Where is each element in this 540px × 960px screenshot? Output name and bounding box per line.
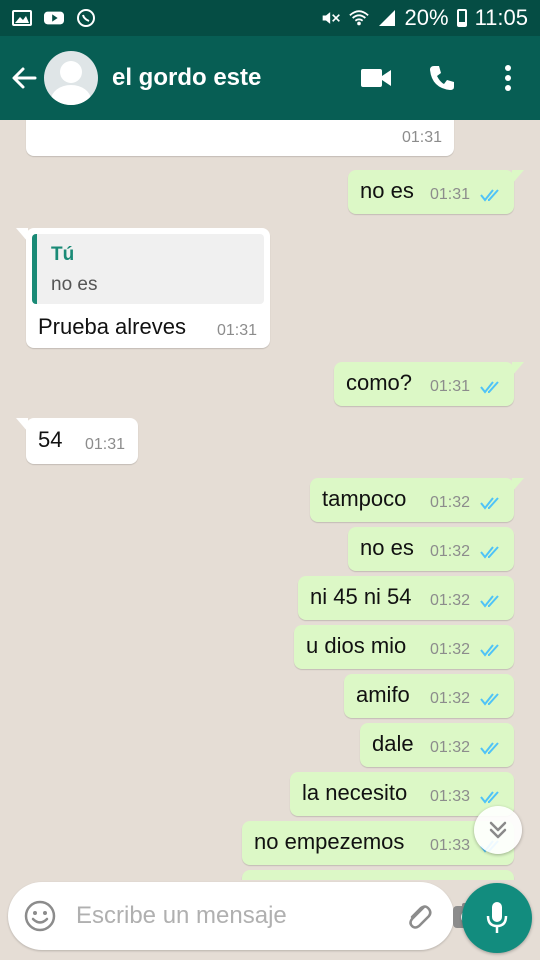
avatar-body-shape	[51, 85, 91, 105]
battery-icon	[456, 9, 467, 27]
message-text: Prueba alreves	[38, 314, 186, 339]
message-text: no es	[360, 535, 414, 560]
chat-header: el gordo este	[0, 36, 540, 120]
status-bar: 20% 11:05	[0, 0, 540, 36]
signal-icon	[377, 10, 397, 26]
read-receipt-icon	[480, 644, 499, 657]
message-text: dale	[372, 731, 414, 756]
message-input[interactable]	[76, 902, 386, 930]
voice-record-button[interactable]	[462, 883, 532, 953]
avatar-head-shape	[60, 61, 82, 83]
whatsapp-icon	[76, 9, 96, 27]
message-time: 01:32	[430, 494, 471, 511]
read-receipt-icon	[480, 742, 499, 755]
more-options-icon[interactable]	[492, 62, 524, 94]
message-outgoing-partial[interactable]	[242, 870, 514, 880]
gallery-icon	[12, 10, 32, 26]
read-receipt-icon	[480, 791, 499, 804]
read-receipt-icon	[480, 693, 499, 706]
message-time: 01:32	[430, 543, 471, 560]
message-time: 01:31	[401, 129, 442, 146]
message-text: como?	[346, 370, 413, 395]
battery-percent: 20%	[404, 5, 449, 30]
youtube-icon	[44, 10, 64, 26]
read-receipt-icon	[480, 546, 499, 559]
message-text: 54	[38, 427, 63, 452]
quoted-message[interactable]: Tú no es	[32, 234, 264, 304]
read-receipt-icon	[480, 497, 499, 510]
message-text: ni 45 ni 54	[310, 584, 412, 609]
video-call-icon[interactable]	[360, 62, 392, 94]
read-receipt-icon	[480, 189, 499, 202]
message-outgoing[interactable]: amifo 01:32	[344, 674, 514, 718]
contact-name[interactable]: el gordo este	[112, 64, 360, 92]
read-receipt-icon	[480, 381, 499, 394]
mute-icon	[321, 10, 341, 26]
message-text: no es	[360, 178, 414, 203]
message-composer	[8, 882, 481, 950]
chevron-double-down-icon	[489, 821, 507, 839]
message-outgoing[interactable]: no es 01:32	[348, 527, 514, 571]
message-time: 01:31	[430, 186, 471, 203]
microphone-icon	[486, 902, 508, 933]
message-time: 01:32	[430, 690, 471, 707]
message-time: 01:32	[430, 641, 471, 658]
message-text: la necesito	[302, 780, 408, 805]
message-incoming[interactable]: Tú no es Prueba alreves 01:31	[16, 228, 270, 348]
chat-area[interactable]: 01:31 no es 01:31 Tú no es Prueba alreve…	[0, 120, 540, 880]
message-text: tampoco	[322, 486, 407, 511]
avatar[interactable]	[44, 51, 98, 105]
back-arrow-icon[interactable]	[10, 64, 38, 92]
message-outgoing[interactable]: u dios mio 01:32	[294, 625, 514, 669]
message-time: 01:33	[430, 788, 471, 805]
quote-text: no es	[51, 274, 98, 295]
phone-call-icon[interactable]	[426, 62, 458, 94]
wifi-icon	[348, 10, 369, 26]
quote-author: Tú	[51, 244, 75, 265]
scroll-to-bottom-button[interactable]	[474, 806, 522, 854]
message-outgoing[interactable]: como? 01:31	[334, 362, 524, 406]
clock: 11:05	[474, 5, 528, 30]
message-time: 01:32	[430, 592, 471, 609]
message-text: no empezemos	[254, 829, 405, 854]
message-incoming[interactable]: 01:31	[26, 120, 454, 156]
message-incoming[interactable]: 54 01:31	[16, 418, 138, 464]
message-time: 01:31	[85, 436, 126, 453]
message-time: 01:33	[430, 837, 471, 854]
read-receipt-icon	[480, 595, 499, 608]
message-time: 01:32	[430, 739, 471, 756]
message-outgoing[interactable]: la necesito 01:33	[290, 772, 514, 816]
message-outgoing[interactable]: dale 01:32	[360, 723, 514, 767]
emoji-icon[interactable]	[24, 900, 56, 932]
message-time: 01:31	[217, 322, 258, 339]
message-time: 01:31	[430, 378, 471, 395]
message-outgoing[interactable]: no es 01:31	[348, 170, 524, 214]
message-outgoing[interactable]: tampoco 01:32	[310, 478, 524, 522]
attach-icon[interactable]	[404, 899, 434, 933]
message-outgoing[interactable]: ni 45 ni 54 01:32	[298, 576, 514, 620]
message-text: u dios mio	[306, 633, 407, 658]
message-text: amifo	[356, 682, 410, 707]
